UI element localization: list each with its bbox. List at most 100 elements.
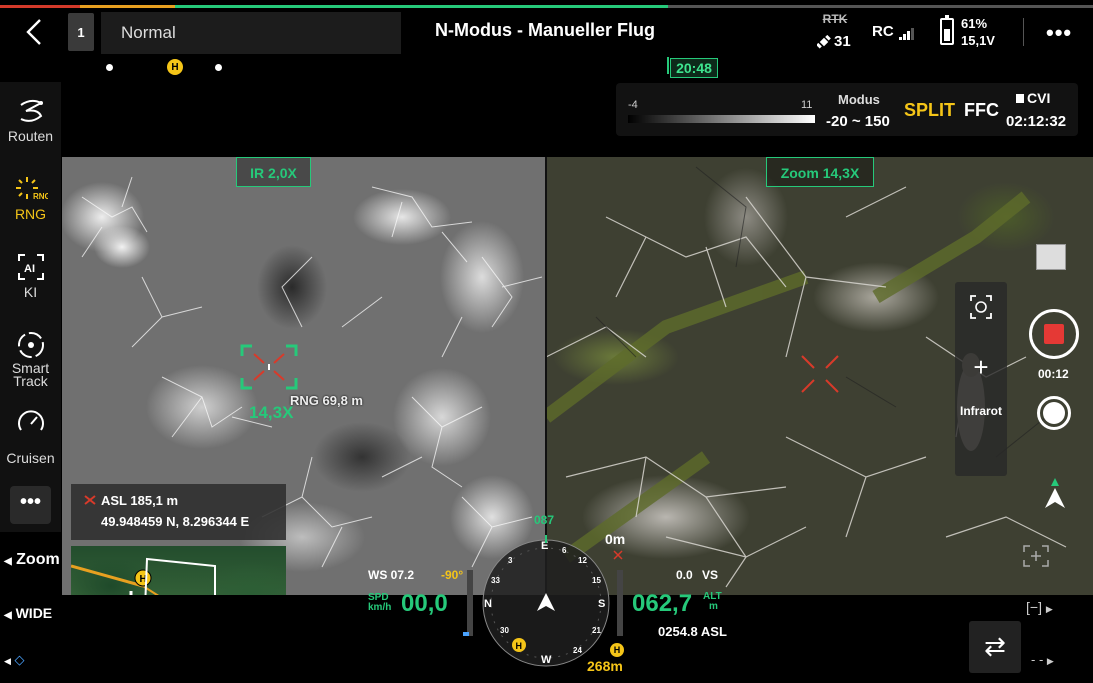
battery-percent: 61% xyxy=(961,16,988,31)
ffc-button[interactable]: FFC xyxy=(964,100,999,121)
sidebar-item-rng[interactable]: RNG RNG xyxy=(0,174,61,222)
sidebar-item-smart-track[interactable]: Smart Track xyxy=(0,330,61,388)
flight-mode-select[interactable]: Normal xyxy=(101,12,401,54)
zoom-camera-label: Zoom 14,3X xyxy=(766,157,874,187)
satellite-count: 31 xyxy=(834,33,851,50)
target-reticle-icon xyxy=(240,344,298,390)
collapse-label: [−] xyxy=(1026,599,1042,615)
collapse-view-button[interactable]: [−] ▶ xyxy=(1026,599,1053,615)
sidebar-item-routen[interactable]: Routen xyxy=(0,96,61,144)
flight-mode-title: N-Modus - Manueller Flug xyxy=(435,20,655,40)
rc-signal[interactable]: RC xyxy=(872,23,914,40)
caret-right-icon: ▶ xyxy=(1046,656,1054,666)
expand-view-icon[interactable] xyxy=(1022,544,1050,568)
signal-bars-icon xyxy=(898,28,914,40)
svg-text:24: 24 xyxy=(573,646,582,655)
swap-view-button[interactable]: ⇄ xyxy=(969,621,1021,673)
back-button[interactable] xyxy=(18,14,52,50)
sidebar-item-label: KI xyxy=(23,284,38,300)
home-marker-icon: H xyxy=(167,59,183,75)
svg-text:3: 3 xyxy=(508,556,513,565)
battery-voltage: 15,1V xyxy=(961,33,995,48)
caret-left-icon: ◀ xyxy=(4,556,12,567)
vertical-speed: 0.0 VS xyxy=(676,568,718,582)
battery-icon xyxy=(940,15,954,45)
sidebar-item-label: Smart Track xyxy=(11,360,50,389)
compass-attitude-indicator: E S W N 12 15 21 24 30 33 3 6 H xyxy=(482,535,610,667)
vertical-speed-label: VS xyxy=(702,568,719,582)
ir-zoom-label: IR 2,0X xyxy=(236,157,311,187)
rng-icon: RNG xyxy=(15,177,48,201)
route-icon xyxy=(19,99,43,122)
sidebar-more-button[interactable]: ••• xyxy=(10,486,51,524)
rng-distance-readout: RNG 69,8 m xyxy=(290,393,363,408)
rtk-status[interactable]: RTK xyxy=(812,12,858,26)
ir-scale-min: -4 xyxy=(628,99,638,111)
timeline-critical-segment xyxy=(0,5,80,8)
sd-card-icon xyxy=(1016,94,1024,103)
time-remaining: 20:48 xyxy=(670,58,718,78)
record-timer: 00:12 xyxy=(1038,367,1069,381)
wide-lens-label: WIDE xyxy=(15,605,53,621)
zoom-out-button[interactable] xyxy=(958,430,1004,470)
photo-shutter-button[interactable] xyxy=(1037,396,1071,430)
speed-unit: SPD km/h xyxy=(368,593,391,613)
more-menu-button[interactable]: ••• xyxy=(1046,20,1072,46)
sidebar-item-ki[interactable]: AI KI xyxy=(0,252,61,300)
svg-text:33: 33 xyxy=(491,576,500,585)
wide-lens-button[interactable]: ◀ WIDE xyxy=(4,605,52,621)
focus-button[interactable] xyxy=(958,287,1004,327)
navigation-arrow-icon xyxy=(1045,478,1065,508)
dash-label: - - xyxy=(1031,652,1044,667)
camera-switch-thumbnail[interactable] xyxy=(1036,244,1066,270)
altitude-asl: 0254.8 ASL xyxy=(658,624,727,639)
obstacle-warning-icon xyxy=(612,548,624,560)
compass-south: S xyxy=(598,598,605,610)
target-coordinates: 49.948459 N, 8.296344 E xyxy=(101,514,250,529)
horizontal-speed: 00,0 xyxy=(401,590,448,617)
caret-right-icon: ▶ xyxy=(1045,604,1053,614)
zoom-in-button[interactable]: + xyxy=(958,352,1004,386)
timeline-dot xyxy=(215,64,222,71)
svg-text:30: 30 xyxy=(500,626,509,635)
svg-text:15: 15 xyxy=(592,576,601,585)
recording-time-available: 02:12:32 xyxy=(1006,113,1067,130)
ir-zoom-level: 14,3X xyxy=(249,403,294,422)
svg-text:12: 12 xyxy=(578,556,587,565)
battery-fill xyxy=(944,29,950,41)
map-toggle-button[interactable]: ◀ ◇ xyxy=(4,652,25,668)
modus-label: Modus xyxy=(838,92,880,107)
altitude-gauge xyxy=(617,570,623,636)
swap-icon: ⇄ xyxy=(984,631,1006,661)
target-x-icon xyxy=(84,495,96,505)
diamond-nav-icon: ◇ xyxy=(14,652,25,667)
timeline-available-segment xyxy=(175,5,668,8)
zoom-lens-button[interactable]: ◀ Zoom xyxy=(4,551,60,569)
vertical-speed-value: 0.0 xyxy=(676,568,693,582)
home-distance: 268m xyxy=(587,658,623,674)
svg-text:21: 21 xyxy=(592,626,601,635)
ir-palette-gradient[interactable] xyxy=(628,115,815,123)
flight-mode-value: Normal xyxy=(121,23,176,42)
split-view-button[interactable]: SPLIT xyxy=(904,100,955,121)
timeline-low-segment xyxy=(80,5,175,8)
storage-status: CVI xyxy=(1016,90,1050,106)
left-sidebar: Routen RNG RNG AI KI Smart Track Cruisen xyxy=(0,82,61,532)
compass-east: E xyxy=(541,540,548,552)
modus-value[interactable]: -20 ~ 150 xyxy=(826,113,890,130)
infrarot-label[interactable]: Infrarot xyxy=(955,404,1007,418)
zoom-target-marker-icon xyxy=(801,355,839,393)
speed-gauge xyxy=(463,570,473,636)
rc-label: RC xyxy=(872,23,894,40)
sidebar-item-cruisen[interactable]: Cruisen xyxy=(0,408,61,466)
caret-left-icon: ◀ xyxy=(4,656,11,666)
record-button[interactable] xyxy=(1029,309,1079,359)
heading-value: 087 xyxy=(534,513,555,527)
compass-west: W xyxy=(541,654,552,666)
timeline-marker xyxy=(667,57,669,74)
extra-panel-button[interactable]: - - ▶ xyxy=(1031,652,1054,667)
svg-text:6: 6 xyxy=(562,546,567,555)
satellite-status[interactable]: 31 xyxy=(817,33,851,50)
caret-left-icon: ◀ xyxy=(4,610,12,621)
ir-scale-max: 11 xyxy=(801,99,813,111)
